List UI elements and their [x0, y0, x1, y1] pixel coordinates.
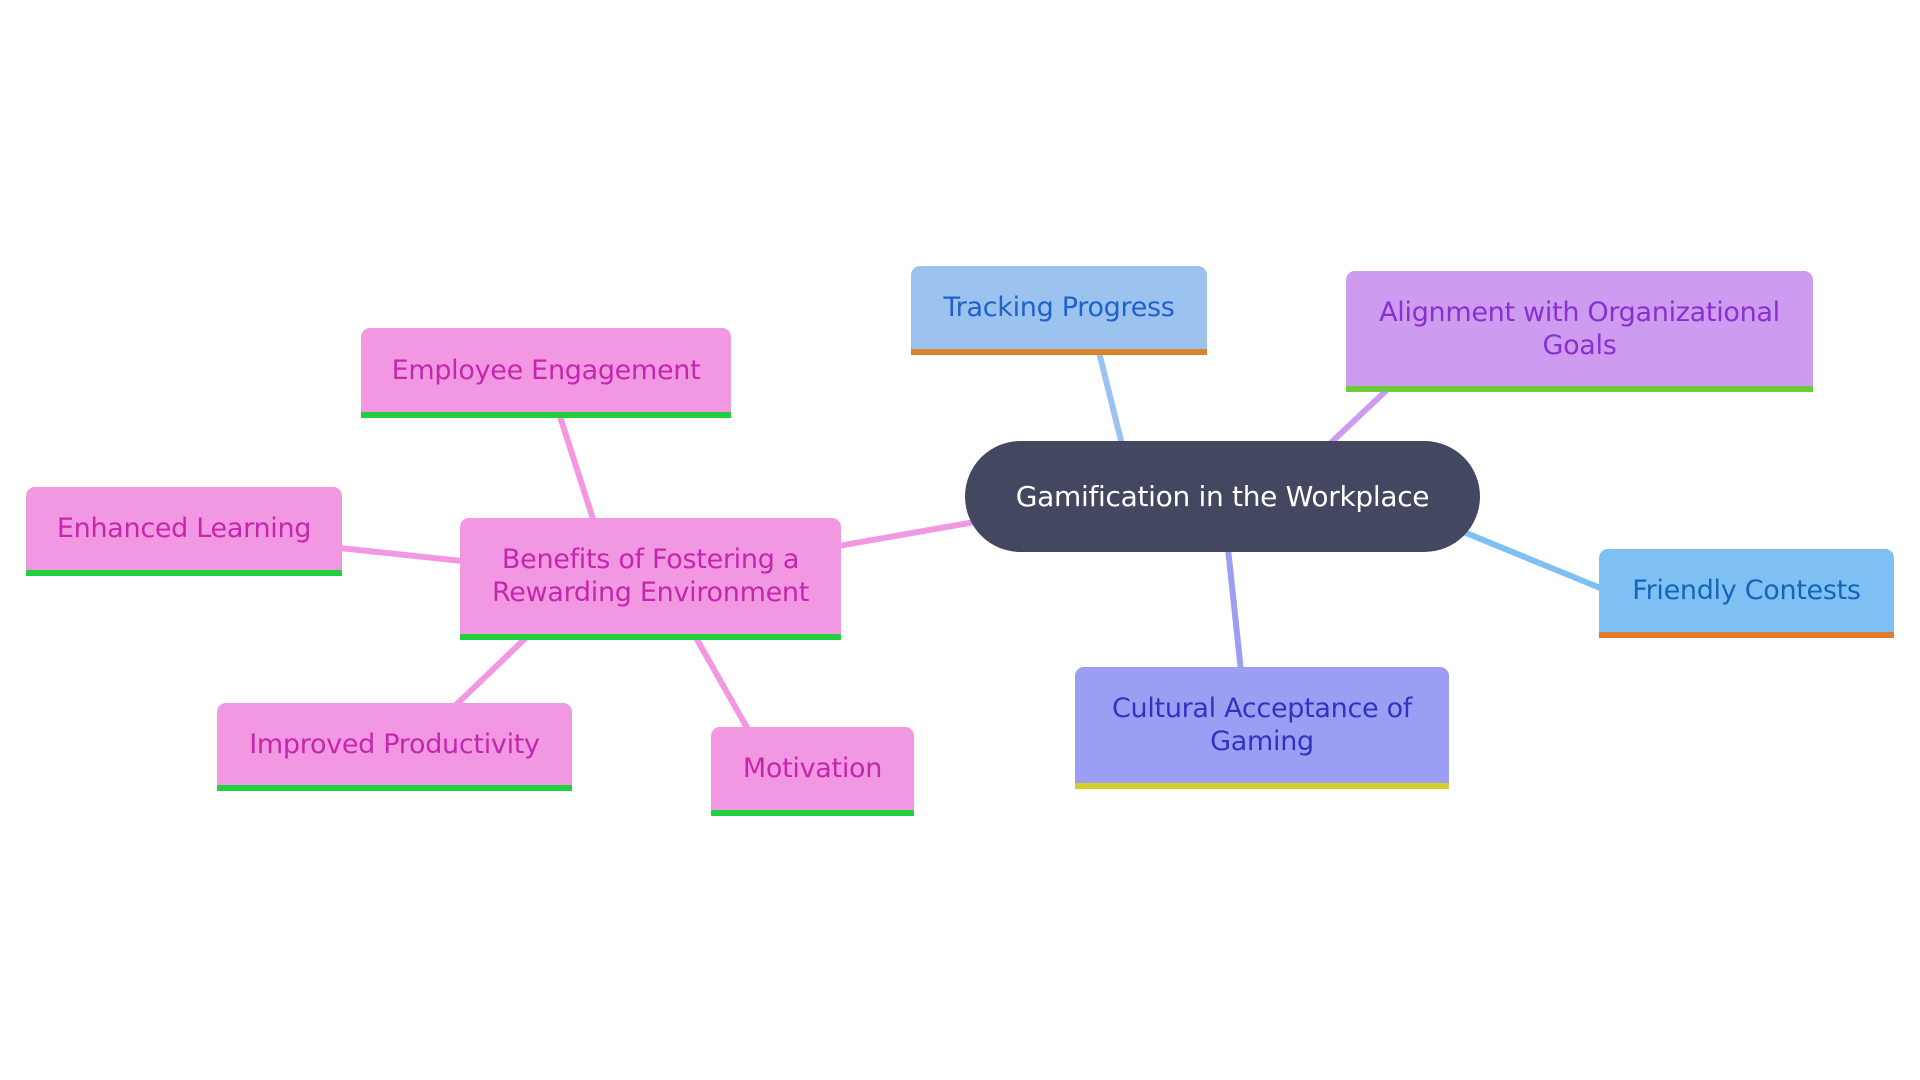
node-label: Benefits of Fostering a Rewarding Enviro…: [492, 544, 809, 608]
node-label: Enhanced Learning: [56, 513, 312, 544]
node-benefits[interactable]: Benefits of Fostering a Rewarding Enviro…: [460, 518, 841, 640]
node-label: Tracking Progress: [943, 292, 1175, 323]
node-friendly-contests[interactable]: Friendly Contests: [1599, 549, 1894, 638]
node-employee-engagement[interactable]: Employee Engagement: [361, 328, 731, 418]
node-label: Employee Engagement: [391, 354, 701, 386]
root-node[interactable]: Gamification in the Workplace: [965, 441, 1480, 552]
node-cultural-acceptance[interactable]: Cultural Acceptance of Gaming: [1075, 667, 1449, 789]
root-node-label: Gamification in the Workplace: [1015, 480, 1430, 513]
node-underline: [361, 412, 731, 418]
node-label: Alignment with Organizational Goals: [1379, 296, 1780, 361]
node-underline: [1599, 632, 1894, 638]
node-tracking-progress[interactable]: Tracking Progress: [911, 266, 1207, 355]
node-underline: [711, 810, 914, 816]
node-underline: [911, 349, 1207, 355]
node-alignment-goals[interactable]: Alignment with Organizational Goals: [1346, 271, 1813, 392]
node-underline: [26, 570, 342, 576]
node-label: Motivation: [742, 753, 883, 784]
node-underline: [1075, 783, 1449, 789]
node-label: Improved Productivity: [249, 728, 540, 760]
node-improved-productivity[interactable]: Improved Productivity: [217, 703, 572, 791]
node-underline: [217, 785, 572, 791]
node-enhanced-learning[interactable]: Enhanced Learning: [26, 487, 342, 576]
node-label: Friendly Contests: [1632, 575, 1861, 606]
node-label: Cultural Acceptance of Gaming: [1111, 693, 1413, 757]
node-underline: [460, 634, 841, 640]
node-underline: [1346, 386, 1813, 392]
node-motivation[interactable]: Motivation: [711, 727, 914, 816]
